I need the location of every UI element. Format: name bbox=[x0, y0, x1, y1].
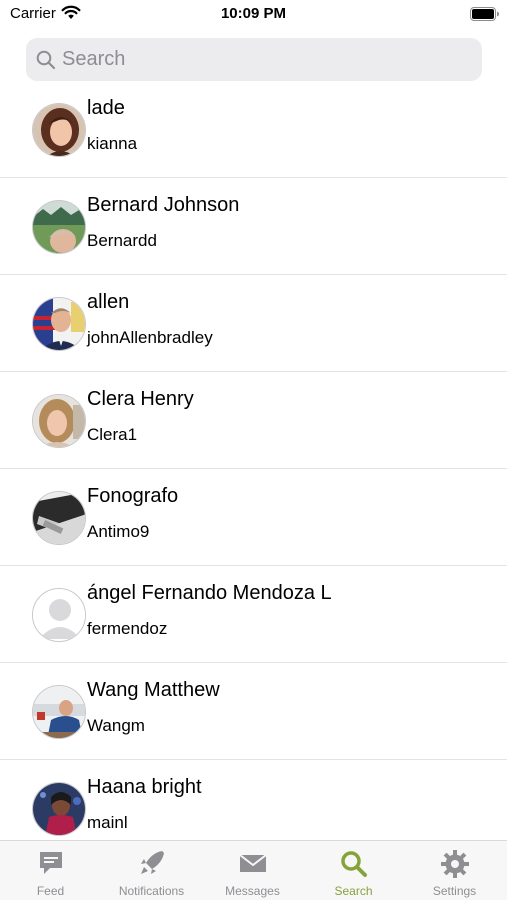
user-display-name: allen bbox=[87, 291, 130, 313]
search-icon bbox=[36, 50, 56, 75]
tab-label: Notifications bbox=[118, 884, 185, 898]
avatar-man-outdoors bbox=[32, 200, 86, 254]
user-display-name: Fonografo bbox=[87, 485, 179, 507]
user-display-name: lade bbox=[87, 97, 125, 119]
avatar-record-player bbox=[32, 491, 86, 545]
speech-bubble-icon bbox=[0, 849, 101, 879]
user-display-name: Haana bright bbox=[87, 776, 202, 798]
user-row[interactable]: Clera Henry Clera1 bbox=[0, 372, 507, 469]
avatar-man-flag-uniform bbox=[32, 297, 86, 351]
avatar-woman-portrait bbox=[32, 103, 86, 157]
tab-label: Settings bbox=[432, 884, 477, 898]
avatar-man-indoor bbox=[32, 685, 86, 739]
user-row[interactable]: Wang Matthew Wangm bbox=[0, 663, 507, 760]
user-username: mainl bbox=[87, 813, 128, 832]
envelope-icon bbox=[202, 849, 303, 879]
tab-label: Search bbox=[334, 884, 373, 898]
avatar-woman-selfie bbox=[32, 394, 86, 448]
user-row[interactable]: lade kianna bbox=[0, 81, 507, 178]
tab-messages[interactable]: Messages bbox=[202, 841, 303, 901]
user-display-name: Clera Henry bbox=[87, 388, 194, 410]
tab-notifications[interactable]: Notifications bbox=[101, 841, 202, 901]
user-username: Antimo9 bbox=[87, 522, 150, 541]
tab-settings[interactable]: Settings bbox=[404, 841, 505, 901]
gear-icon bbox=[404, 849, 505, 879]
user-row[interactable]: Fonografo Antimo9 bbox=[0, 469, 507, 566]
user-display-name: Wang Matthew bbox=[87, 679, 220, 701]
user-username: kianna bbox=[87, 134, 138, 153]
rocket-icon bbox=[101, 849, 202, 879]
clock: 10:09 PM bbox=[220, 5, 287, 22]
user-row[interactable]: allen johnAllenbradley bbox=[0, 275, 507, 372]
tab-label: Feed bbox=[36, 884, 65, 898]
user-row[interactable]: ángel Fernando Mendoza L fermendoz bbox=[0, 566, 507, 663]
user-list[interactable]: lade kianna Bernard Johnson Bernardd all… bbox=[0, 81, 507, 840]
user-username: Clera1 bbox=[87, 425, 138, 444]
status-bar: Carrier 10:09 PM bbox=[0, 0, 507, 30]
user-username: johnAllenbradley bbox=[87, 328, 213, 347]
avatar-woman-dark bbox=[32, 782, 86, 836]
tab-feed[interactable]: Feed bbox=[0, 841, 101, 901]
search-bar[interactable] bbox=[26, 38, 482, 81]
user-username: fermendoz bbox=[87, 619, 168, 638]
user-username: Wangm bbox=[87, 716, 145, 735]
avatar-default-person bbox=[32, 588, 86, 642]
user-username: Bernardd bbox=[87, 231, 157, 250]
tab-search[interactable]: Search bbox=[303, 841, 404, 901]
battery-icon bbox=[470, 7, 500, 26]
user-row[interactable]: Haana bright mainl bbox=[0, 760, 507, 840]
user-display-name: Bernard Johnson bbox=[87, 194, 240, 216]
user-display-name: ángel Fernando Mendoza L bbox=[87, 582, 332, 604]
tab-bar: Feed Notifications Messages Search Setti… bbox=[0, 840, 507, 900]
user-row[interactable]: Bernard Johnson Bernardd bbox=[0, 178, 507, 275]
search-input[interactable] bbox=[62, 38, 472, 81]
magnifier-icon bbox=[303, 849, 404, 879]
tab-label: Messages bbox=[225, 884, 280, 898]
